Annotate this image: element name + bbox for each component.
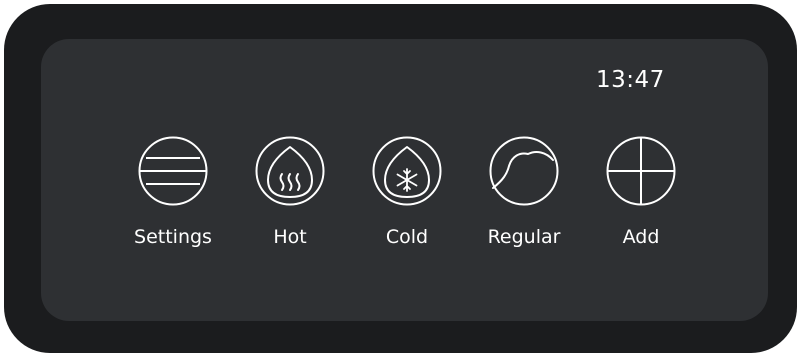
settings-button[interactable]: Settings	[125, 136, 221, 256]
cold-button[interactable]: Cold	[359, 136, 455, 256]
settings-label: Settings	[134, 226, 212, 248]
regular-wave-icon	[489, 136, 559, 206]
clock-time: 13:47	[596, 67, 665, 93]
device-bezel: 13:47 Settings Hot Cold Regular Add	[4, 4, 797, 353]
settings-lines-icon	[138, 136, 208, 206]
add-button[interactable]: Add	[593, 136, 689, 256]
hot-steam-icon	[255, 136, 325, 206]
add-cross-icon	[606, 136, 676, 206]
add-label: Add	[622, 226, 660, 248]
hot-label: Hot	[273, 226, 307, 248]
display-screen: 13:47 Settings Hot Cold Regular Add	[41, 39, 768, 321]
regular-button[interactable]: Regular	[476, 136, 572, 256]
hot-button[interactable]: Hot	[242, 136, 338, 256]
cold-label: Cold	[385, 226, 429, 248]
mode-menu: Settings Hot Cold Regular Add	[41, 136, 768, 266]
regular-label: Regular	[487, 226, 561, 248]
cold-snowflake-icon	[372, 136, 442, 206]
